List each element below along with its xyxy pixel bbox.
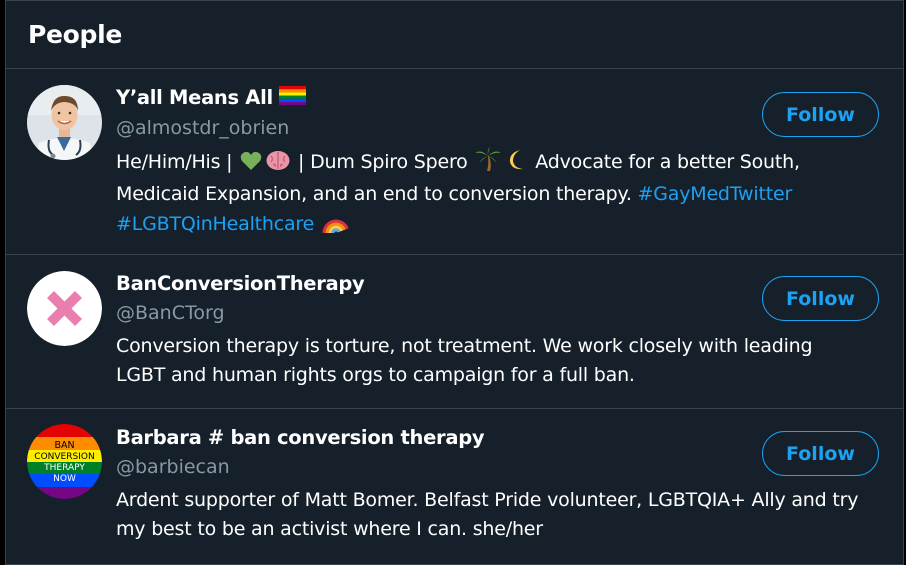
palm-tree-icon: [475, 147, 502, 180]
user-name[interactable]: Barbara # ban conversion therapy: [116, 423, 873, 453]
bio-text: | Dum Spiro Spero: [292, 151, 474, 173]
user-row[interactable]: BanConversionTherapy @BanCTorg Conversio…: [6, 255, 903, 409]
brain-icon: [266, 150, 290, 180]
user-bio: He/Him/His | | Dum Spiro Spero Advocate …: [116, 147, 861, 242]
user-bio: Conversion therapy is torture, not treat…: [116, 335, 813, 386]
panel-title: People: [28, 20, 123, 49]
hashtag-link[interactable]: #LGBTQinHealthcare: [116, 213, 314, 235]
follow-button[interactable]: Follow: [762, 431, 879, 476]
user-handle[interactable]: @barbiecan: [116, 453, 873, 481]
user-name[interactable]: BanConversionTherapy: [116, 269, 873, 299]
rainbow-ban-avatar-image: BAN CONVERSION THERAPY NOW: [27, 424, 102, 499]
user-name[interactable]: Y’all Means All: [116, 86, 273, 109]
pink-x-avatar-image: [27, 271, 102, 346]
user-handle[interactable]: @almostdr_obrien: [116, 114, 873, 142]
avatar-text-line: NOW: [53, 474, 76, 484]
user-info: Y’all Means All @almostdr_obrien He/Him/…: [116, 83, 873, 242]
doctor-avatar-image: [27, 85, 102, 160]
avatar-text-line: CONVERSION: [34, 452, 94, 462]
people-panel: People Y’all Means All @almostdr_obrien …: [5, 0, 904, 565]
hashtag-link[interactable]: #GayMedTwitter: [638, 183, 793, 205]
avatar[interactable]: BAN CONVERSION THERAPY NOW: [27, 424, 102, 499]
user-row[interactable]: Y’all Means All @almostdr_obrien He/Him/…: [6, 69, 903, 255]
follow-button[interactable]: Follow: [762, 276, 879, 321]
avatar[interactable]: [27, 271, 102, 346]
avatar-text-line: THERAPY: [43, 463, 85, 473]
user-bio: Ardent supporter of Matt Bomer. Belfast …: [116, 489, 859, 540]
crescent-moon-icon: [505, 149, 527, 180]
user-handle[interactable]: @BanCTorg: [116, 299, 873, 327]
avatar-text-line: BAN: [54, 440, 74, 451]
rainbow-flag-icon: [278, 84, 306, 114]
user-info: Barbara # ban conversion therapy @barbie…: [116, 423, 873, 544]
follow-button[interactable]: Follow: [762, 92, 879, 137]
panel-header: People: [6, 1, 903, 69]
green-heart-icon: [240, 151, 262, 180]
user-row[interactable]: BAN CONVERSION THERAPY NOW Barbara # ban…: [6, 409, 903, 564]
user-info: BanConversionTherapy @BanCTorg Conversio…: [116, 269, 873, 390]
avatar[interactable]: [27, 85, 102, 160]
rainbow-icon: [322, 209, 350, 242]
bio-text: He/Him/His |: [116, 151, 239, 173]
